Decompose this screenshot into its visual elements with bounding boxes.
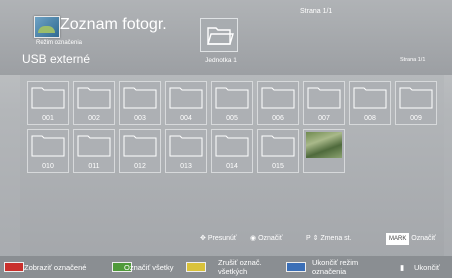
bottom-bar: Zobraziť označené Označiť všetky Zrušiť … xyxy=(0,256,452,278)
folder-tile[interactable]: 012 xyxy=(119,129,161,173)
folder-icon xyxy=(399,87,433,109)
folder-icon xyxy=(169,87,203,109)
folder-name: 006 xyxy=(272,115,284,122)
folder-tile[interactable]: 005 xyxy=(211,81,253,125)
blue-key-icon xyxy=(286,262,306,272)
move-arrows-icon: ✥ xyxy=(200,235,206,242)
red-button-label[interactable]: Zobraziť označené xyxy=(24,263,86,272)
folder-name: 002 xyxy=(88,115,100,122)
folder-tile[interactable]: 003 xyxy=(119,81,161,125)
folder-icon xyxy=(123,135,157,157)
folder-name: 001 xyxy=(42,115,54,122)
folder-name: 004 xyxy=(180,115,192,122)
select-hint: Označiť xyxy=(258,235,283,242)
green-button-label[interactable]: Označiť všetky xyxy=(124,263,174,272)
page-indicator: Strana 1/1 xyxy=(400,57,426,63)
photo-tile[interactable] xyxy=(303,129,345,173)
folder-icon xyxy=(169,135,203,157)
folder-icon xyxy=(261,135,295,157)
photo-list-icon xyxy=(34,16,60,38)
help-select: ◉ Označiť xyxy=(250,233,282,245)
folder-icon xyxy=(307,87,341,109)
source-label: USB externé xyxy=(22,52,91,66)
folder-name: 008 xyxy=(364,115,376,122)
page-updown-icon: ⇕ xyxy=(312,235,319,242)
mark-key: MARK xyxy=(386,233,410,245)
folder-name: 012 xyxy=(134,163,146,170)
page-indicator-top: Strana 1/1 xyxy=(300,8,333,15)
folder-tile[interactable]: 008 xyxy=(349,81,391,125)
folder-tile[interactable]: 010 xyxy=(27,129,69,173)
folder-icon xyxy=(123,87,157,109)
exit-icon: ▮ xyxy=(400,263,405,272)
photo-thumbnail xyxy=(306,132,342,158)
folder-tile[interactable]: 013 xyxy=(165,129,207,173)
folder-name: 009 xyxy=(410,115,422,122)
mode-label: Režim označenia xyxy=(36,40,83,46)
folder-name: 014 xyxy=(226,163,238,170)
folder-name: 007 xyxy=(318,115,330,122)
folder-tile[interactable]: 009 xyxy=(395,81,437,125)
folder-name: 005 xyxy=(226,115,238,122)
folder-name: 003 xyxy=(134,115,146,122)
folder-tile[interactable]: 001 xyxy=(27,81,69,125)
help-move: ✥ Presunúť xyxy=(200,233,237,245)
folder-name: 015 xyxy=(272,163,284,170)
folder-icon xyxy=(215,87,249,109)
folder-tile[interactable]: 014 xyxy=(211,129,253,173)
folder-tile[interactable]: 011 xyxy=(73,129,115,173)
folder-icon xyxy=(353,87,387,109)
screen-title: Zoznam fotogr. xyxy=(60,16,167,33)
red-key-icon xyxy=(4,262,24,272)
page-key-label: P xyxy=(306,235,311,242)
yellow-button-label[interactable]: Zrušiť označ. všetkých xyxy=(218,258,282,276)
folder-icon xyxy=(77,87,111,109)
folder-icon xyxy=(215,135,249,157)
folder-name: 011 xyxy=(88,163,100,170)
folder-tile[interactable]: 004 xyxy=(165,81,207,125)
ok-icon: ◉ xyxy=(250,235,257,242)
folder-icon xyxy=(31,135,65,157)
page-change-hint: Zmena st. xyxy=(320,235,352,242)
yellow-key-icon xyxy=(186,262,206,272)
folder-tile[interactable]: 015 xyxy=(257,129,299,173)
folder-name: 010 xyxy=(42,163,54,170)
folder-name: 013 xyxy=(180,163,192,170)
folder-icon xyxy=(31,87,65,109)
folder-tile[interactable]: 006 xyxy=(257,81,299,125)
device-folder-icon[interactable] xyxy=(200,18,238,52)
folder-tile[interactable]: 002 xyxy=(73,81,115,125)
folder-tile[interactable]: 007 xyxy=(303,81,345,125)
exit-button-label[interactable]: Ukončiť xyxy=(414,263,440,272)
device-label: Jednotka 1 xyxy=(205,57,237,64)
help-page: P ⇕ Zmena st. xyxy=(306,233,352,245)
blue-button-label[interactable]: Ukončiť režim označenia xyxy=(312,258,386,276)
mark-hint: Označiť xyxy=(411,235,436,242)
help-mark: MARK Označiť xyxy=(386,233,436,245)
header-bar: Zoznam fotogr. Režim označenia USB exter… xyxy=(0,0,452,75)
move-hint: Presunúť xyxy=(207,235,237,242)
folder-icon xyxy=(77,135,111,157)
folder-icon xyxy=(261,87,295,109)
